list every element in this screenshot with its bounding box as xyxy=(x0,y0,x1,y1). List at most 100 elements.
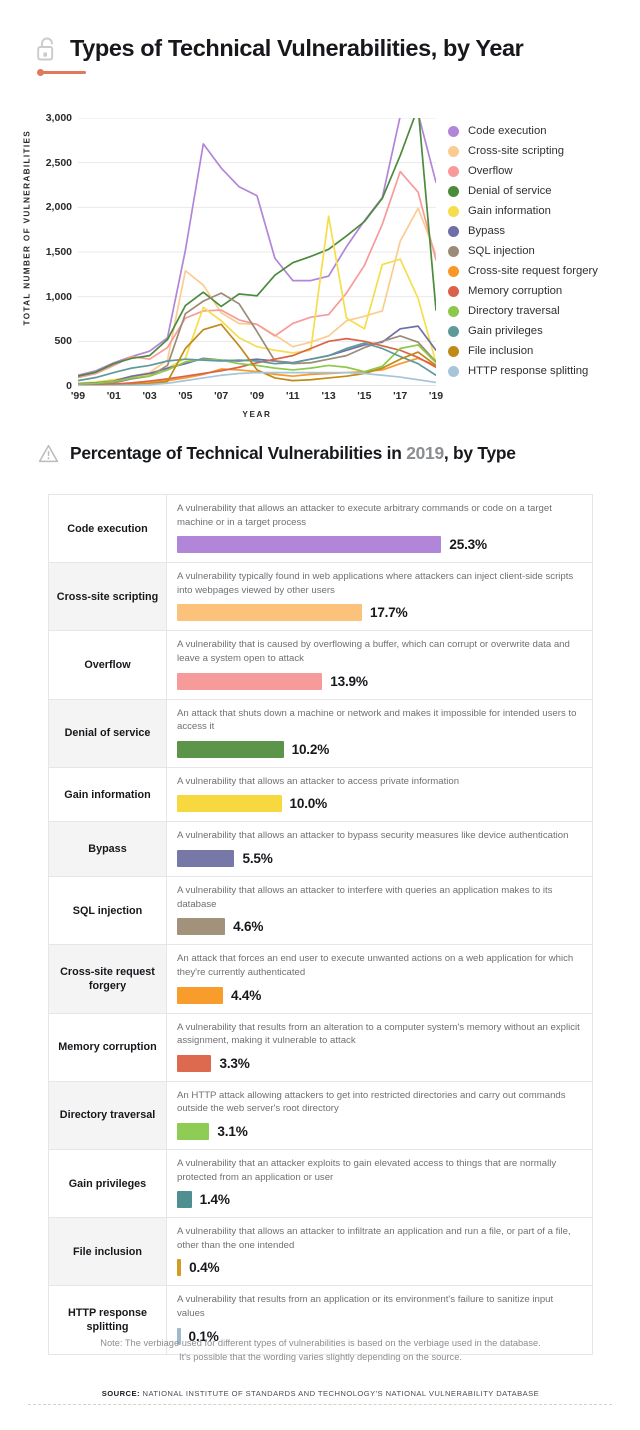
row-description: A vulnerability that results from an app… xyxy=(177,1294,554,1320)
vulnerability-line-chart: TOTAL NUMBER OF VULNERABILITIES 0 500 1,00… xyxy=(0,104,640,424)
legend-label: Cross-site scripting xyxy=(468,145,565,157)
legend-item[interactable]: Bypass xyxy=(448,221,638,241)
row-description: A vulnerability that allows an attacker … xyxy=(177,885,553,910)
row-bar-line: 13.9% xyxy=(177,672,582,690)
row-bar-line: 4.6% xyxy=(177,918,582,936)
chart-series-line xyxy=(78,118,436,378)
row-body: An attack that shuts down a machine or n… xyxy=(167,699,592,767)
row-percentage-bar xyxy=(177,1191,192,1209)
legend-item[interactable]: Cross-site request forgery xyxy=(448,261,638,281)
source-label: SOURCE: xyxy=(101,1389,140,1398)
row-body: An attack that forces an end user to exe… xyxy=(167,945,592,1013)
y-tick-label: 3,000 xyxy=(45,112,72,124)
legend-label: Overflow xyxy=(468,165,513,177)
y-tick-label: 2,500 xyxy=(45,156,72,169)
row-percentage-value: 3.3% xyxy=(219,1055,250,1071)
legend-item[interactable]: Memory corruption xyxy=(448,281,638,301)
open-padlock-icon xyxy=(36,36,58,62)
row-type-label: Cross-site scripting xyxy=(49,563,167,631)
row-body: A vulnerability that allows an attacker … xyxy=(167,1218,592,1286)
source-text: NATIONAL INSTITUTE OF STANDARDS AND TECH… xyxy=(142,1389,540,1398)
row-description: A vulnerability that an attacker exploit… xyxy=(177,1157,557,1183)
table-row[interactable]: Overflow A vulnerability that is caused b… xyxy=(49,631,592,700)
legend-color-dot xyxy=(448,345,459,357)
table-row[interactable]: SQL injection A vulnerability that allows… xyxy=(49,877,592,946)
row-description: A vulnerability that allows an attacker … xyxy=(177,503,552,528)
legend-item[interactable]: File inclusion xyxy=(448,341,638,361)
legend-color-dot xyxy=(448,245,459,257)
row-bar-line: 17.7% xyxy=(177,604,582,622)
row-description: A vulnerability typically found in web a… xyxy=(177,571,574,596)
chart-plot-area xyxy=(78,118,436,386)
x-axis-label: YEAR xyxy=(242,410,272,419)
row-percentage-bar xyxy=(177,986,223,1004)
section-title-before: Percentage of Technical Vulnerabilities … xyxy=(70,443,407,463)
row-percentage-value: 4.4% xyxy=(230,987,262,1003)
row-bar-line: 4.4% xyxy=(177,986,582,1004)
row-body: A vulnerability that an attacker exploit… xyxy=(167,1149,592,1218)
legend-color-dot xyxy=(448,285,459,297)
row-type-label: Gain information xyxy=(49,767,167,822)
legend-item[interactable]: SQL injection xyxy=(448,241,638,261)
row-percentage-bar xyxy=(177,1259,182,1277)
row-description: A vulnerability that results from an alt… xyxy=(177,1021,580,1047)
legend-color-dot xyxy=(448,185,459,197)
row-percentage-bar xyxy=(177,740,284,758)
x-tick-label: '99 xyxy=(70,390,86,402)
legend-label: Memory corruption xyxy=(468,285,563,297)
x-tick-label: '17 xyxy=(393,390,408,402)
table-row[interactable]: Cross-site request forgery An attack that… xyxy=(49,945,592,1014)
x-tick-label: '11 xyxy=(285,390,300,402)
row-bar-line: 0.4% xyxy=(177,1259,582,1277)
source-line: SOURCE: NATIONAL INSTITUTE OF STANDARDS … xyxy=(48,1389,593,1398)
section-title-after: , by Type xyxy=(443,443,516,463)
row-percentage-value: 4.6% xyxy=(233,919,264,935)
legend-item[interactable]: Gain information xyxy=(448,201,638,221)
legend-label: Gain information xyxy=(468,205,551,217)
row-description: An attack that forces an end user to exe… xyxy=(177,953,574,978)
x-tick-label: '09 xyxy=(249,390,265,402)
row-body: A vulnerability typically found in web a… xyxy=(167,563,592,631)
legend-item[interactable]: Cross-site scripting xyxy=(448,141,638,161)
row-percentage-value: 13.9% xyxy=(330,673,368,689)
legend-item[interactable]: HTTP response splitting xyxy=(448,361,638,381)
legend-label: Denial of service xyxy=(468,185,552,197)
table-row[interactable]: Memory corruption A vulnerability that re… xyxy=(49,1013,592,1082)
legend-item[interactable]: Directory traversal xyxy=(448,301,638,321)
row-description: An HTTP attack allowing attackers to get… xyxy=(177,1089,566,1115)
row-percentage-bar xyxy=(177,1054,212,1072)
row-body: A vulnerability that allows an attacker … xyxy=(167,495,592,563)
footnote: Note: The verbiage used for different ty… xyxy=(48,1336,593,1365)
legend-color-dot xyxy=(448,165,459,177)
table-row[interactable]: Cross-site scripting A vulnerability typi… xyxy=(49,563,592,632)
legend-label: Directory traversal xyxy=(468,305,560,317)
vulnerability-percentage-table: Code execution A vulnerability that allow… xyxy=(48,494,593,1355)
legend-item[interactable]: Gain privileges xyxy=(448,321,638,341)
legend-label: HTTP response splitting xyxy=(468,365,589,377)
table-row[interactable]: Bypass A vulnerability that allows an att… xyxy=(49,822,592,878)
x-tick-label: '01 xyxy=(106,390,121,402)
legend-color-dot xyxy=(448,365,459,377)
legend-item[interactable]: Denial of service xyxy=(448,181,638,201)
table-row[interactable]: Gain privileges A vulnerability that an a… xyxy=(49,1149,592,1219)
legend-label: SQL injection xyxy=(468,245,535,257)
x-tick-label: '03 xyxy=(142,390,157,402)
table-row[interactable]: File inclusion A vulnerability that allow… xyxy=(49,1218,592,1287)
row-description: A vulnerability that is caused by overfl… xyxy=(177,639,570,665)
legend-label: Cross-site request forgery xyxy=(468,265,598,277)
page-title: Types of Technical Vulnerabilities, by Y… xyxy=(70,35,524,62)
row-body: A vulnerability that is caused by overfl… xyxy=(167,631,592,699)
row-body: A vulnerability that results from an alt… xyxy=(167,1013,592,1081)
table-row[interactable]: Denial of service An attack that shuts do… xyxy=(49,699,592,768)
legend-item[interactable]: Overflow xyxy=(448,161,638,181)
table-row[interactable]: Directory traversal An HTTP attack allowi… xyxy=(49,1081,592,1150)
table-row[interactable]: Code execution A vulnerability that allow… xyxy=(49,495,592,564)
row-percentage-bar xyxy=(177,672,323,690)
row-description: A vulnerability that allows an attacker … xyxy=(177,775,460,787)
section-title-year: 2019 xyxy=(406,443,444,463)
legend-color-dot xyxy=(448,205,459,217)
legend-item[interactable]: Code execution xyxy=(448,121,638,141)
row-bar-line: 3.1% xyxy=(177,1122,582,1140)
table-row[interactable]: Gain information A vulnerability that all… xyxy=(49,767,592,823)
section-title: Percentage of Technical Vulnerabilities … xyxy=(70,443,516,464)
